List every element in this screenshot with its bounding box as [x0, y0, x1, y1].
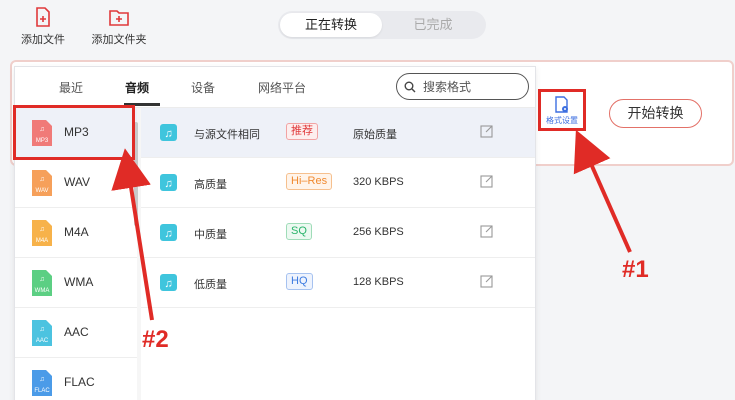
search-icon	[404, 81, 416, 93]
annotation-label-2: #2	[142, 326, 169, 353]
quality-row-low[interactable]: ♫ 低质量 HQ 128 KBPS	[141, 258, 535, 308]
quality-row-original[interactable]: ♫ 与源文件相同 推荐 原始质量	[141, 108, 535, 158]
format-item-wav[interactable]: ♫ WAV WAV	[15, 158, 137, 208]
music-icon: ♫	[160, 124, 177, 141]
svg-text:♫: ♫	[39, 276, 44, 283]
badge-recommended: 推荐	[286, 123, 318, 140]
svg-text:♫: ♫	[39, 176, 44, 183]
format-settings-label: 格式设置	[546, 116, 578, 125]
add-folder-label: 添加文件夹	[91, 34, 147, 46]
format-settings-icon	[555, 96, 568, 113]
mp3-highlight-box	[13, 105, 135, 160]
app-window: 添加文件 添加文件夹 正在转换 已完成 格式设置 开始转换 最近 音频 设备 网…	[0, 0, 735, 400]
svg-text:♫: ♫	[164, 278, 172, 290]
format-name: WMA	[64, 275, 94, 289]
start-convert-button[interactable]: 开始转换	[609, 99, 702, 128]
format-item-flac[interactable]: ♫ FLAC FLAC	[15, 358, 137, 400]
wma-icon-text: WMA	[35, 288, 50, 294]
format-name: WAV	[64, 175, 90, 189]
edit-icon[interactable]	[480, 174, 494, 188]
music-icon: ♫	[160, 174, 177, 191]
flac-file-icon: ♫ FLAC	[32, 370, 52, 396]
wma-file-icon: ♫ WMA	[32, 270, 52, 296]
popup-tab-audio[interactable]: 音频	[125, 79, 149, 96]
quality-label: 低质量	[194, 279, 227, 291]
format-item-wma[interactable]: ♫ WMA WMA	[15, 258, 137, 308]
format-name: FLAC	[64, 375, 95, 389]
add-file-icon	[36, 7, 50, 27]
music-icon: ♫	[160, 224, 177, 241]
quality-value: 128 KBPS	[353, 276, 404, 288]
wav-file-icon: ♫ WAV	[32, 170, 52, 196]
quality-value: 256 KBPS	[353, 226, 404, 238]
quality-label: 中质量	[194, 229, 227, 241]
badge-hires: Hi–Res	[286, 173, 333, 190]
quality-row-high[interactable]: ♫ 高质量 Hi–Res 320 KBPS	[141, 158, 535, 208]
quality-list: ♫ 与源文件相同 推荐 原始质量 ♫ 高质量 Hi–Res 320 KBPS ♫…	[141, 108, 535, 400]
music-icon: ♫	[160, 274, 177, 291]
m4a-file-icon: ♫ M4A	[32, 220, 52, 246]
format-name: M4A	[64, 225, 89, 239]
quality-label: 高质量	[194, 179, 227, 191]
annotation-label-1: #1	[622, 256, 649, 283]
quality-label: 与源文件相同	[194, 129, 260, 141]
add-file-label: 添加文件	[21, 34, 65, 46]
aac-icon-text: AAC	[36, 338, 49, 344]
aac-file-icon: ♫ AAC	[32, 320, 52, 346]
m4a-icon-text: M4A	[36, 238, 48, 244]
badge-sq: SQ	[286, 223, 312, 240]
popup-tab-device[interactable]: 设备	[191, 79, 215, 96]
status-tabs: 正在转换 已完成	[278, 11, 486, 39]
svg-text:♫: ♫	[164, 128, 172, 140]
format-item-aac[interactable]: ♫ AAC AAC	[15, 308, 137, 358]
format-name: AAC	[64, 325, 89, 339]
add-folder-icon	[109, 10, 129, 26]
add-file-button[interactable]: 添加文件	[8, 6, 78, 47]
svg-text:♫: ♫	[164, 178, 172, 190]
badge-hq: HQ	[286, 273, 313, 290]
tab-converting[interactable]: 正在转换	[280, 13, 382, 37]
wav-icon-text: WAV	[36, 188, 49, 194]
format-settings-button[interactable]: 格式设置	[538, 89, 586, 131]
popup-tab-platform[interactable]: 网络平台	[258, 79, 306, 96]
tab-completed[interactable]: 已完成	[382, 13, 484, 37]
quality-value: 320 KBPS	[353, 176, 404, 188]
edit-icon[interactable]	[480, 124, 494, 138]
format-item-m4a[interactable]: ♫ M4A M4A	[15, 208, 137, 258]
edit-icon[interactable]	[480, 274, 494, 288]
popup-tab-recent[interactable]: 最近	[59, 79, 83, 96]
svg-text:♫: ♫	[39, 376, 44, 383]
search-box[interactable]	[396, 73, 529, 100]
add-folder-button[interactable]: 添加文件夹	[84, 6, 154, 47]
quality-value: 原始质量	[353, 129, 397, 141]
svg-text:♫: ♫	[39, 326, 44, 333]
search-input[interactable]	[423, 78, 523, 96]
flac-icon-text: FLAC	[34, 388, 50, 394]
svg-text:♫: ♫	[164, 228, 172, 240]
svg-text:♫: ♫	[39, 226, 44, 233]
edit-icon[interactable]	[480, 224, 494, 238]
quality-row-medium[interactable]: ♫ 中质量 SQ 256 KBPS	[141, 208, 535, 258]
